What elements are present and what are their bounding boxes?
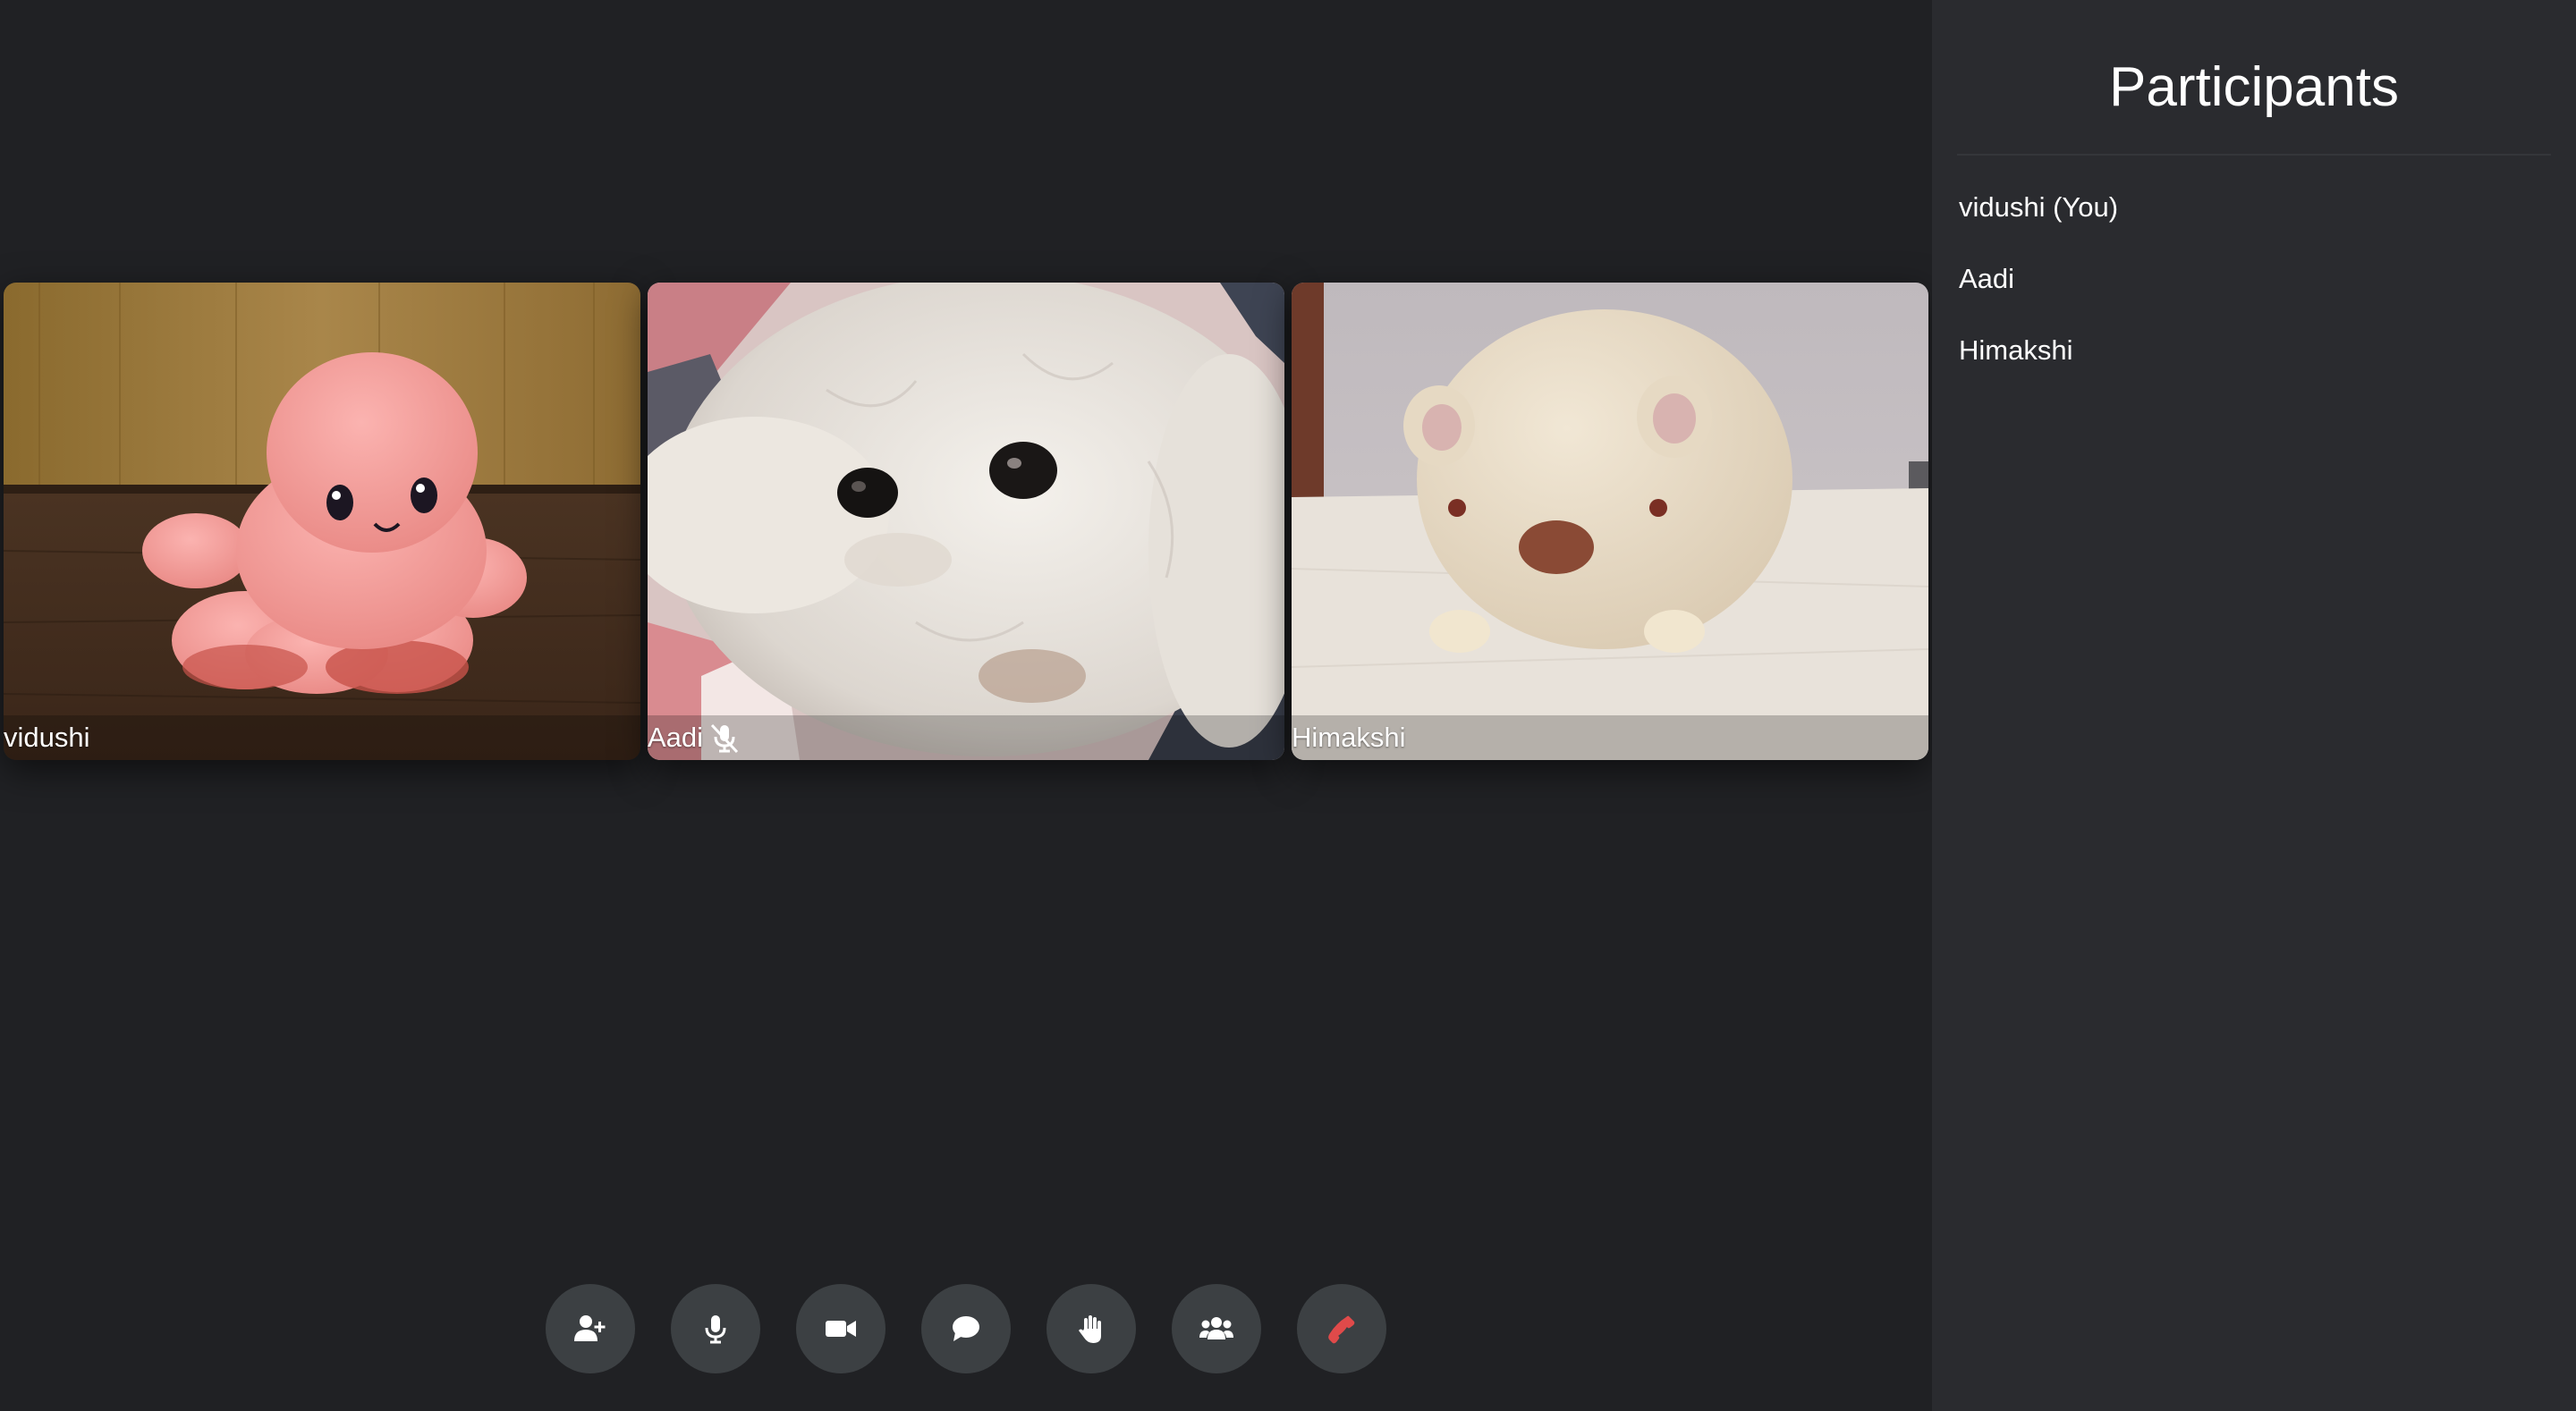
video-camera-icon [826, 1321, 856, 1337]
panel-divider [1957, 154, 2551, 156]
participant-item: Aadi [1959, 263, 2015, 294]
raise-hand-icon [1079, 1315, 1101, 1343]
microphone-muted-icon [710, 723, 739, 754]
camera-button[interactable] [796, 1284, 886, 1373]
participant-name: Himakshi [1292, 722, 1406, 753]
name-bar: Aadi [648, 715, 1284, 760]
add-participant-button[interactable] [546, 1284, 635, 1373]
video-tile-aadi[interactable]: Aadi [648, 283, 1284, 760]
chat-bubble-icon [953, 1316, 979, 1341]
raise-hand-button[interactable] [1046, 1284, 1136, 1373]
call-controls [546, 1284, 1386, 1373]
participant-item: Himakshi [1959, 334, 2073, 366]
microphone-icon [705, 1315, 726, 1344]
video-grid: vidushi Aadi Himakshi [4, 283, 1930, 760]
video-feed-vidushi [4, 283, 640, 760]
video-tile-himakshi[interactable]: Himakshi [1292, 283, 1928, 760]
video-feed-aadi [648, 283, 1284, 760]
end-call-button[interactable] [1297, 1284, 1386, 1373]
participants-list: vidushi (You) Aadi Himakshi [1959, 188, 2118, 402]
name-bar: vidushi [4, 715, 640, 760]
panel-title: Participants [2109, 56, 2399, 118]
microphone-button[interactable] [671, 1284, 760, 1373]
meeting-app: vidushi Aadi Himakshi Participants vidus… [0, 0, 2576, 1411]
participants-panel: Participants vidushi (You) Aadi Himakshi [1932, 0, 2576, 1411]
video-feed-himakshi [1292, 283, 1928, 760]
add-user-icon [574, 1315, 606, 1341]
participants-button[interactable] [1172, 1284, 1261, 1373]
video-stage: vidushi Aadi Himakshi [0, 0, 1932, 1411]
name-bar: Himakshi [1292, 715, 1928, 760]
participant-name: Aadi [648, 722, 704, 753]
end-call-icon [1328, 1315, 1355, 1344]
chat-button[interactable] [921, 1284, 1011, 1373]
participant-item: vidushi (You) [1959, 191, 2119, 223]
video-tile-vidushi[interactable]: vidushi [4, 283, 640, 760]
participant-name: vidushi [4, 722, 90, 753]
participants-icon [1199, 1317, 1233, 1339]
